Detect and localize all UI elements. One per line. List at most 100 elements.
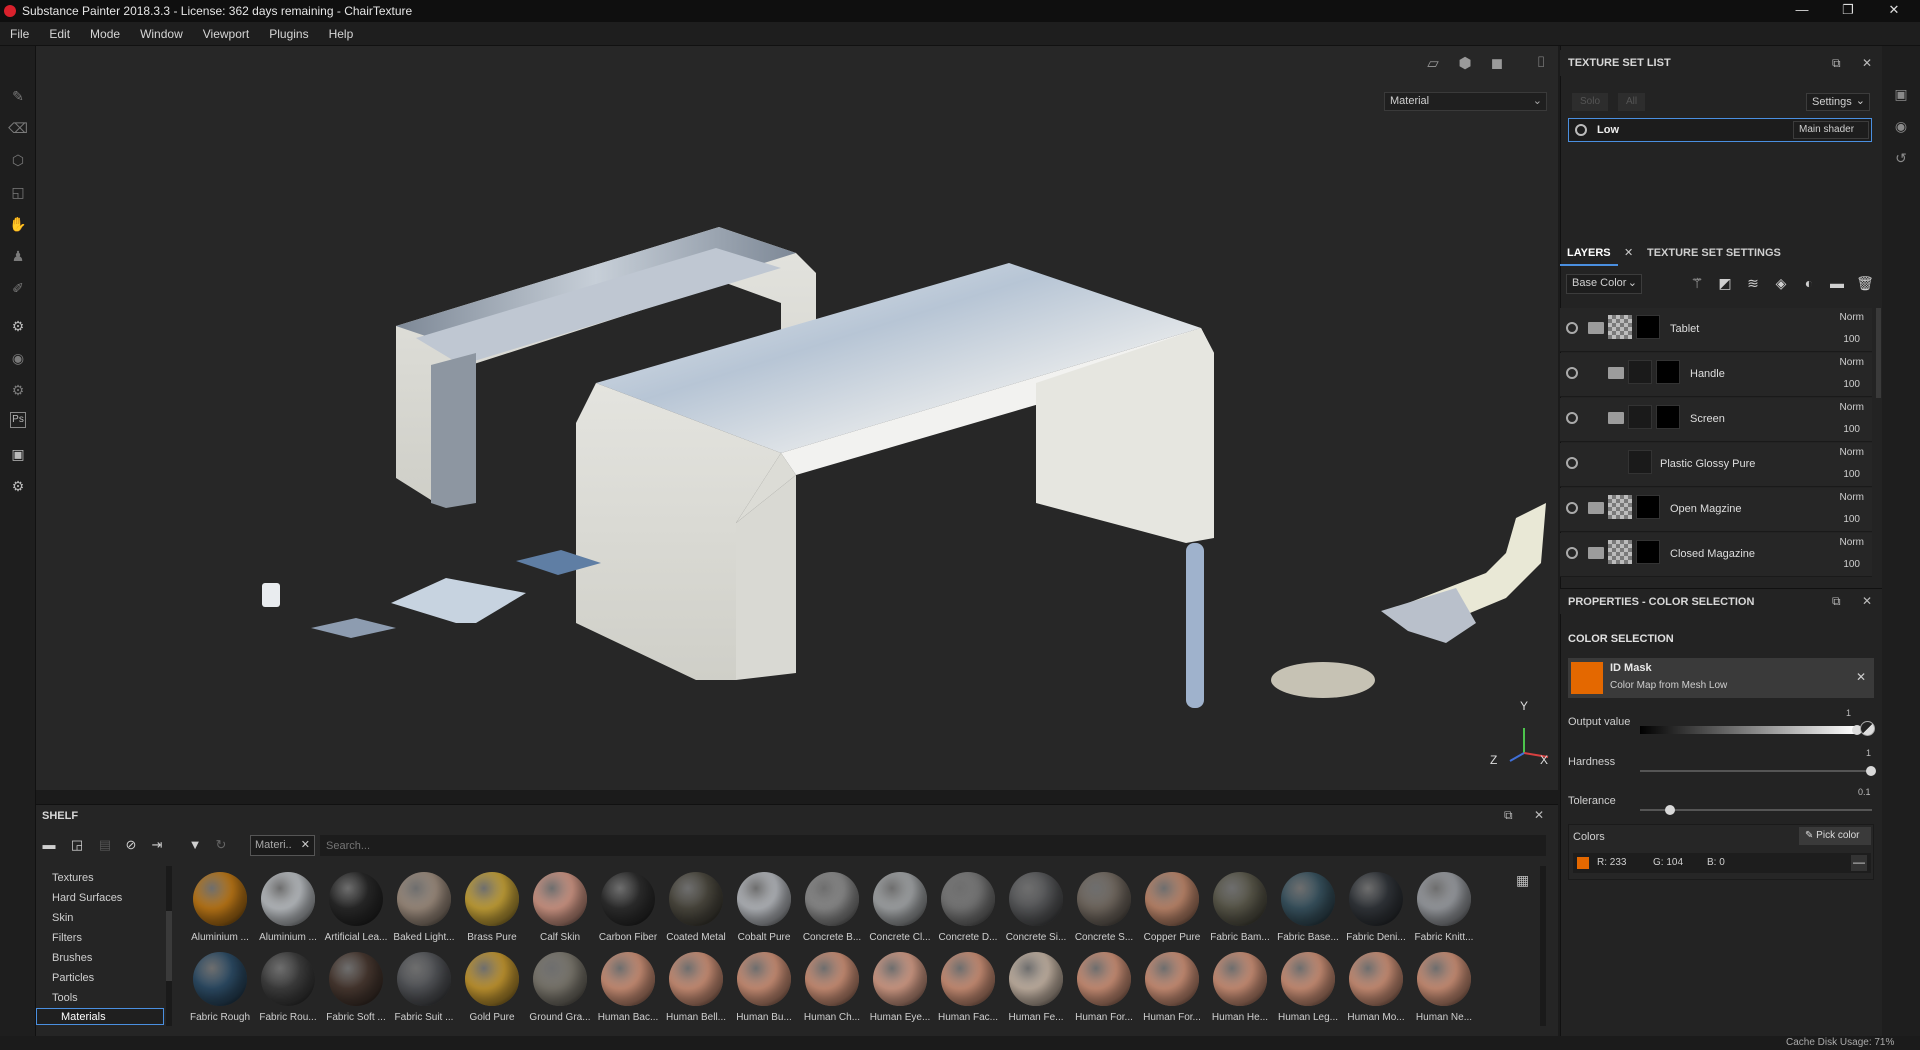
close-icon[interactable]: ✕ bbox=[1624, 246, 1633, 259]
material-thumbnail[interactable]: Baked Light... bbox=[390, 872, 458, 950]
filter-icon[interactable]: ▼ bbox=[186, 837, 204, 855]
material-thumbnail[interactable]: Human Mo... bbox=[1342, 952, 1410, 1030]
material-thumbnail[interactable]: Human Ne... bbox=[1410, 952, 1478, 1030]
mask-thumbnail[interactable] bbox=[1656, 360, 1680, 384]
opacity-value[interactable]: 100 bbox=[1843, 424, 1860, 435]
eye-icon[interactable] bbox=[1566, 322, 1578, 334]
opacity-value[interactable]: 100 bbox=[1843, 559, 1860, 570]
3d-viewport[interactable]: Y X Z bbox=[36, 83, 1558, 790]
add-folder-icon[interactable]: ▬ bbox=[1828, 275, 1846, 293]
display-settings-icon[interactable]: ▣ bbox=[1891, 86, 1911, 106]
material-thumbnail[interactable]: Carbon Fiber bbox=[594, 872, 662, 950]
category-scrollbar[interactable] bbox=[166, 866, 172, 1026]
eye-icon[interactable] bbox=[1566, 502, 1578, 514]
material-thumbnail[interactable]: Human Eye... bbox=[866, 952, 934, 1030]
category-brushes[interactable]: Brushes bbox=[26, 950, 162, 967]
material-thumbnail[interactable]: Calf Skin bbox=[526, 872, 594, 950]
tolerance-slider[interactable] bbox=[1640, 805, 1872, 815]
material-thumbnail[interactable]: Concrete D... bbox=[934, 872, 1002, 950]
blend-mode-dropdown[interactable]: Norm bbox=[1840, 492, 1864, 503]
eye-icon[interactable] bbox=[1566, 412, 1578, 424]
add-paint-layer-icon[interactable]: ◐ bbox=[1800, 275, 1818, 293]
color-picker-icon[interactable]: ✐ bbox=[8, 278, 28, 298]
blend-mode-dropdown[interactable]: Norm bbox=[1840, 402, 1864, 413]
opacity-value[interactable]: 100 bbox=[1843, 379, 1860, 390]
output-value-slider[interactable] bbox=[1640, 725, 1862, 735]
display-cube-icon[interactable]: ⬢ bbox=[1454, 54, 1476, 74]
folder-icon[interactable] bbox=[1588, 547, 1604, 559]
material-thumbnail[interactable]: Concrete B... bbox=[798, 872, 866, 950]
remove-color-button[interactable]: — bbox=[1851, 855, 1867, 871]
new-resource-icon[interactable]: ◲ bbox=[68, 837, 86, 855]
all-button[interactable]: All bbox=[1618, 93, 1646, 111]
pick-color-button[interactable]: ✎ Pick color bbox=[1799, 827, 1871, 845]
gradient-toggle-icon[interactable] bbox=[1860, 721, 1875, 736]
material-thumbnail[interactable]: Concrete S... bbox=[1070, 872, 1138, 950]
opacity-value[interactable]: 100 bbox=[1843, 514, 1860, 525]
material-thumbnail[interactable]: Fabric Knitt... bbox=[1410, 872, 1478, 950]
opacity-value[interactable]: 100 bbox=[1843, 334, 1860, 345]
delete-layer-icon[interactable]: 🗑 bbox=[1856, 275, 1874, 293]
texture-set-row[interactable]: Low Main shader bbox=[1568, 118, 1872, 142]
shelf-search-input[interactable] bbox=[320, 835, 1546, 856]
material-thumbnail[interactable]: Cobalt Pure bbox=[730, 872, 798, 950]
layer-row[interactable]: Closed Magazine Norm 100 bbox=[1560, 533, 1872, 577]
polygon-fill-icon[interactable]: ◱ bbox=[8, 182, 28, 202]
material-thumbnail[interactable]: Human Bu... bbox=[730, 952, 798, 1030]
material-thumbnail[interactable]: Artificial Lea... bbox=[322, 872, 390, 950]
shelf-scrollbar[interactable] bbox=[1540, 866, 1546, 1026]
smudge-icon[interactable]: ✋ bbox=[8, 214, 28, 234]
mask-thumbnail[interactable] bbox=[1636, 540, 1660, 564]
settings-dropdown[interactable]: Settings ⌄ bbox=[1806, 93, 1870, 111]
blend-mode-dropdown[interactable]: Norm bbox=[1840, 537, 1864, 548]
material-thumbnail[interactable]: Aluminium ... bbox=[186, 872, 254, 950]
add-layer-icon[interactable]: ≋ bbox=[1744, 275, 1762, 293]
material-thumbnail[interactable]: Copper Pure bbox=[1138, 872, 1206, 950]
settings-icon[interactable]: ⚙ bbox=[8, 476, 28, 496]
layers-scrollbar[interactable] bbox=[1876, 308, 1881, 398]
layer-row[interactable]: Handle Norm 100 bbox=[1560, 353, 1872, 397]
material-thumbnail[interactable]: Gold Pure bbox=[458, 952, 526, 1030]
color-entry-row[interactable]: R: 233 G: 104 B: 0 — bbox=[1573, 853, 1871, 873]
tab-texture-set-settings[interactable]: TEXTURE SET SETTINGS bbox=[1640, 240, 1788, 266]
layer-row[interactable]: Tablet Norm 100 bbox=[1560, 308, 1872, 352]
refresh-icon[interactable]: ↻ bbox=[212, 837, 230, 855]
category-materials[interactable]: Materials bbox=[36, 1008, 164, 1025]
material-thumbnail[interactable]: Ground Gra... bbox=[526, 952, 594, 1030]
category-hard-surfaces[interactable]: Hard Surfaces bbox=[26, 890, 162, 907]
menu-help[interactable]: Help bbox=[319, 22, 364, 41]
menu-window[interactable]: Window bbox=[130, 22, 193, 41]
restore-button[interactable]: ❐ bbox=[1830, 2, 1866, 20]
minimize-button[interactable]: — bbox=[1784, 2, 1820, 20]
import-icon[interactable]: ⇥ bbox=[148, 837, 166, 855]
category-particles[interactable]: Particles bbox=[26, 970, 162, 987]
undock-icon[interactable]: ⧉ bbox=[1504, 808, 1513, 823]
bake-icon[interactable]: ⚙ bbox=[8, 316, 28, 336]
shader-dropdown[interactable]: Main shader bbox=[1793, 121, 1869, 139]
material-thumbnail[interactable]: Human He... bbox=[1206, 952, 1274, 1030]
layer-row[interactable]: Screen Norm 100 bbox=[1560, 398, 1872, 442]
scrollbar-thumb[interactable] bbox=[166, 911, 172, 981]
export-icon[interactable]: ▣ bbox=[8, 444, 28, 464]
remove-icon[interactable]: ✕ bbox=[1856, 670, 1866, 684]
hardness-slider[interactable] bbox=[1640, 766, 1876, 776]
layer-row[interactable]: Plastic Glossy Pure Norm 100 bbox=[1560, 443, 1872, 487]
undock-icon[interactable]: ⧉ bbox=[1832, 56, 1841, 71]
folder-icon[interactable]: ▬ bbox=[40, 837, 58, 855]
category-filters[interactable]: Filters bbox=[26, 930, 162, 947]
folder-icon[interactable] bbox=[1608, 367, 1624, 379]
close-icon[interactable]: ✕ bbox=[1534, 808, 1544, 822]
folder-icon[interactable] bbox=[1588, 322, 1604, 334]
slider-knob[interactable] bbox=[1665, 805, 1675, 815]
slider-knob[interactable] bbox=[1866, 766, 1876, 776]
material-thumbnail[interactable]: Fabric Base... bbox=[1274, 872, 1342, 950]
close-icon[interactable]: ✕ bbox=[1862, 594, 1872, 608]
channel-dropdown[interactable]: Base Color ⌄ bbox=[1566, 274, 1642, 294]
eye-icon[interactable] bbox=[1566, 367, 1578, 379]
paint-brush-icon[interactable]: ✎ bbox=[8, 86, 28, 106]
tab-layers[interactable]: LAYERS bbox=[1560, 240, 1618, 266]
material-thumbnail[interactable]: Fabric Soft ... bbox=[322, 952, 390, 1030]
material-thumbnail[interactable]: Fabric Suit ... bbox=[390, 952, 458, 1030]
shelf-filter-tag[interactable]: Materi.. ✕ bbox=[250, 835, 315, 856]
material-thumbnail[interactable]: Aluminium ... bbox=[254, 872, 322, 950]
